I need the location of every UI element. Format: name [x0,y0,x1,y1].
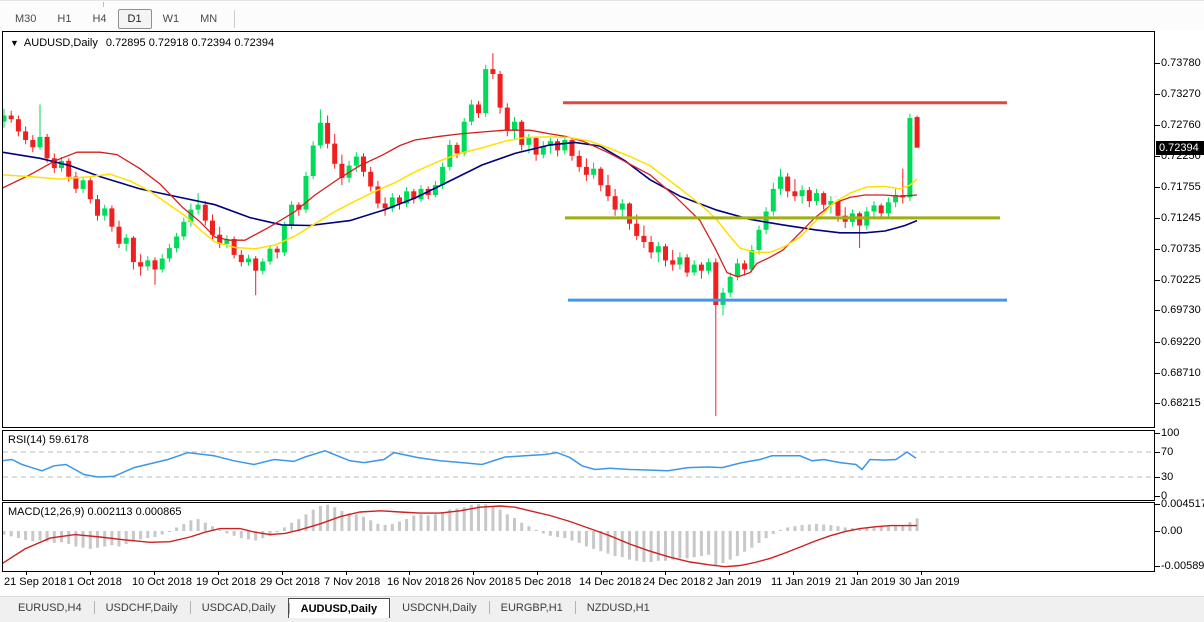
price-axis-label-tick [1155,373,1160,374]
chart-dropdown-arrow-icon[interactable]: ▼ [10,38,19,48]
rsi-axis-label-tick [1155,452,1160,453]
date-label: 14 Dec 2018 [579,576,641,588]
chart-title: ▼ AUDUSD,Daily 0.72895 0.72918 0.72394 0.7… [10,37,274,49]
price-axis-label: 0.69730 [1161,304,1201,316]
rsi-chart[interactable] [3,431,1154,500]
macd-axis-label-tick [1155,566,1160,567]
date-label: 21 Jan 2019 [835,576,896,588]
date-tick [665,572,666,575]
current-price-box: 0.72394 [1156,141,1204,155]
rsi-line [3,451,916,477]
date-tick [473,572,474,575]
price-axis-label: 0.73270 [1161,88,1201,100]
date-tick [154,572,155,575]
date-label: 21 Sep 2018 [4,576,66,588]
price-axis-label-tick [1155,310,1160,311]
price-axis-label-tick [1155,218,1160,219]
price-axis-label-tick [1155,156,1160,157]
macd-axis-label: -0.005899 [1161,560,1204,572]
ma-fast-yellow [3,137,917,253]
price-axis-label-tick [1155,94,1160,95]
rsi-indicator-label: RSI(14) 59.6178 [8,434,89,446]
date-tick [346,572,347,575]
date-label: 29 Oct 2018 [260,576,320,588]
price-axis-label: 0.69220 [1161,336,1201,348]
macd-axis-label: 0.00 [1161,525,1182,537]
date-tick [409,572,410,575]
tab-usdcad-daily[interactable]: USDCAD,Daily [190,597,288,618]
date-tick [729,572,730,575]
date-label: 2 Jan 2019 [707,576,761,588]
date-label: 10 Oct 2018 [132,576,192,588]
candles-layer [3,53,920,416]
date-tick [601,572,602,575]
timeframe-toolbar: M30H1H4D1W1MN [0,7,1204,30]
price-axis-label-tick [1155,187,1160,188]
date-label: 1 Oct 2018 [68,576,122,588]
price-axis-label-tick [1155,280,1160,281]
timeframe-button-h1[interactable]: H1 [47,9,81,29]
macd-axis-label-tick [1155,531,1160,532]
timeframe-button-h4[interactable]: H4 [82,9,116,29]
price-axis-label: 0.71755 [1161,181,1201,193]
price-axis-label-tick [1155,403,1160,404]
price-axis-label: 0.70735 [1161,243,1201,255]
price-axis-label-tick [1155,249,1160,250]
date-label: 26 Nov 2018 [451,576,513,588]
price-axis-label: 0.73780 [1161,57,1201,69]
chart-symbol-label: AUDUSD,Daily [24,37,98,49]
bottom-strip [0,618,1204,622]
macd-axis-label: 0.004517 [1161,498,1204,510]
candlestick-chart[interactable] [3,32,1154,427]
tab-usdcnh-daily[interactable]: USDCNH,Daily [390,597,489,618]
toolbar-separator [234,10,235,28]
rsi-axis-label-tick [1155,433,1160,434]
chart-ohlc-values: 0.72895 0.72918 0.72394 0.72394 [106,37,274,49]
mt4-window: M30H1H4D1W1MN ▼ AUDUSD,Daily 0.72895 0.729… [0,0,1204,622]
price-axis-label: 0.71245 [1161,212,1201,224]
date-label: 30 Jan 2019 [899,576,960,588]
date-tick [26,572,27,575]
date-label: 7 Nov 2018 [324,576,380,588]
date-tick [90,572,91,575]
timeframe-button-m30[interactable]: M30 [5,9,46,29]
price-axis-label-tick [1155,125,1160,126]
tab-usdchf-daily[interactable]: USDCHF,Daily [94,597,190,618]
date-tick [921,572,922,575]
rsi-axis-label-tick [1155,477,1160,478]
date-tick [537,572,538,575]
timeframe-button-w1[interactable]: W1 [153,9,190,29]
date-label: 24 Dec 2018 [643,576,705,588]
tab-eurusd-h4[interactable]: EURUSD,H4 [6,597,94,618]
date-label: 19 Oct 2018 [196,576,256,588]
price-axis-label: 0.68215 [1161,397,1201,409]
tab-eurgbp-h1[interactable]: EURGBP,H1 [489,597,575,618]
date-label: 16 Nov 2018 [387,576,449,588]
date-tick [857,572,858,575]
tab-nzdusd-h1[interactable]: NZDUSD,H1 [575,597,662,618]
rsi-axis-label: 70 [1161,446,1173,458]
tab-audusd-daily[interactable]: AUDUSD,Daily [288,598,390,618]
timeframe-button-mn[interactable]: MN [190,9,227,29]
date-tick [218,572,219,575]
price-axis-label-tick [1155,63,1160,64]
rsi-pane[interactable] [2,430,1155,501]
date-label: 5 Dec 2018 [515,576,571,588]
price-axis-label: 0.72760 [1161,119,1201,131]
timeframe-button-d1[interactable]: D1 [118,9,152,29]
toolbar-grip-strip [0,0,1204,7]
macd-axis-label-tick [1155,504,1160,505]
date-label: 11 Jan 2019 [771,576,831,588]
rsi-axis-label: 100 [1161,427,1179,439]
price-axis-label: 0.70225 [1161,274,1201,286]
date-tick [282,572,283,575]
date-tick [793,572,794,575]
symbol-tab-bar: EURUSD,H4USDCHF,DailyUSDCAD,DailyAUDUSD,… [0,596,1204,618]
price-axis-label: 0.68710 [1161,367,1201,379]
macd-indicator-label: MACD(12,26,9) 0.002113 0.000865 [8,506,181,518]
price-chart-pane[interactable] [2,31,1155,428]
rsi-axis-label: 30 [1161,471,1173,483]
rsi-axis-label-tick [1155,496,1160,497]
price-axis-label-tick [1155,342,1160,343]
